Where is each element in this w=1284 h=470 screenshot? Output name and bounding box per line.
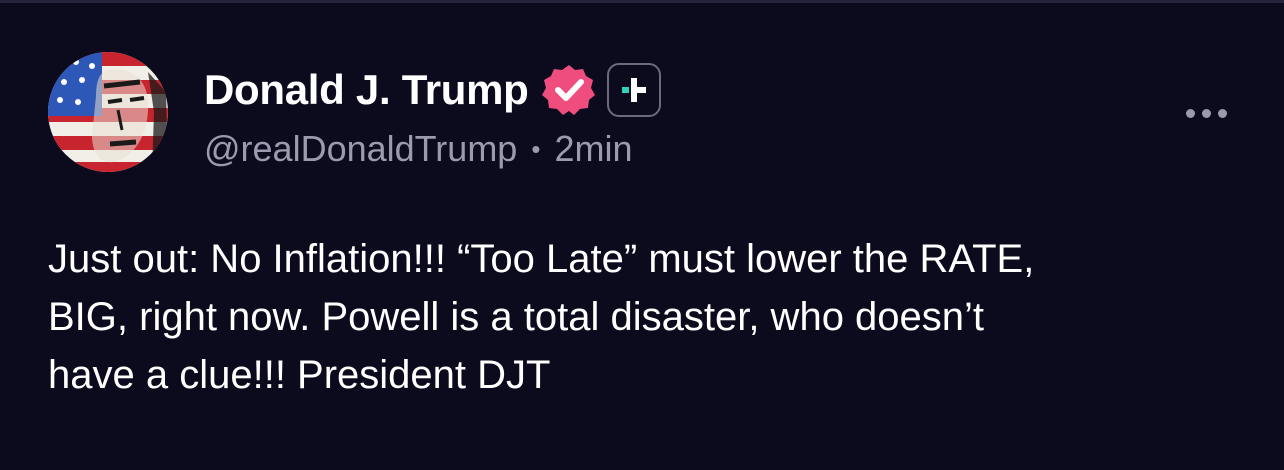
more-dot xyxy=(1217,108,1227,118)
post-body-line: Just out: No Inflation!!! “Too Late” mus… xyxy=(48,237,1035,281)
post-body-line: have a clue!!! President DJT xyxy=(48,353,551,397)
avatar[interactable] xyxy=(48,52,168,172)
author-name-row: Donald J. Trump xyxy=(204,62,661,118)
flag-face-avatar-icon xyxy=(48,52,168,172)
more-dot xyxy=(1185,108,1195,118)
more-options-icon[interactable] xyxy=(1176,96,1236,130)
post-card: Donald J. Trump @realDonaldTrump • 2min … xyxy=(0,0,1284,470)
post-body: Just out: No Inflation!!! “Too Late” mus… xyxy=(48,230,1248,404)
author-display-name[interactable]: Donald J. Trump xyxy=(204,66,529,114)
verified-badge-icon xyxy=(541,62,597,118)
divider xyxy=(0,0,1284,3)
author-meta-row: @realDonaldTrump • 2min xyxy=(204,126,632,172)
more-dot xyxy=(1201,108,1211,118)
plus-icon[interactable] xyxy=(606,63,661,117)
author-handle[interactable]: @realDonaldTrump xyxy=(204,128,517,170)
meta-separator: • xyxy=(531,133,541,164)
post-timestamp[interactable]: 2min xyxy=(554,128,632,170)
post-body-line: BIG, right now. Powell is a total disast… xyxy=(48,295,985,339)
